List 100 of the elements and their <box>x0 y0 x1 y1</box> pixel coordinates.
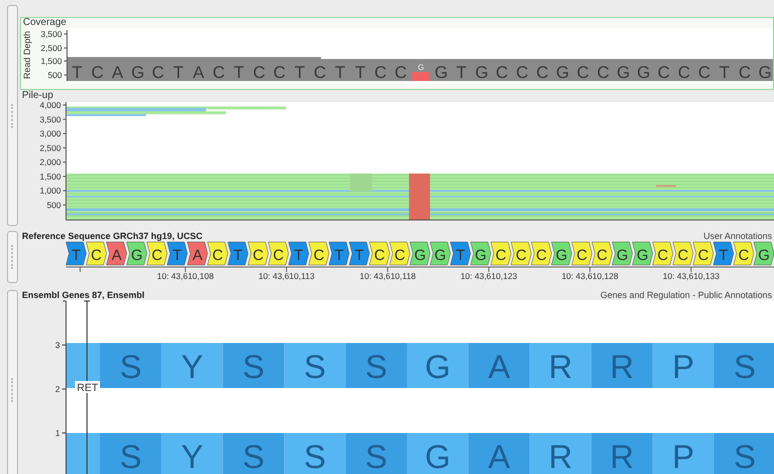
base-letter: A <box>192 63 204 82</box>
amino-acid-letter: S <box>120 438 142 474</box>
base-letter: T <box>334 63 346 82</box>
amino-acid-letter: Y <box>181 348 204 385</box>
base-tile: C <box>692 242 714 266</box>
base-letter: T <box>173 63 184 82</box>
base-letter: C <box>273 63 286 82</box>
base-tile: C <box>531 242 552 266</box>
amino-acid-letter: R <box>610 438 634 474</box>
base-tile: C <box>733 242 754 266</box>
position-label: 10: 43,610,133 <box>662 271 720 281</box>
base-letter: C <box>516 63 528 82</box>
track-title: Ensembl Genes 87, Ensembl <box>21 290 145 300</box>
base-letter: C <box>698 63 710 82</box>
base-tile: C <box>369 242 390 266</box>
base-letter: G <box>556 63 570 82</box>
panel-handle[interactable] <box>7 290 18 474</box>
base-letter: C <box>212 63 225 82</box>
base-letter: C <box>496 63 508 82</box>
base-tile: C <box>592 242 612 266</box>
base-letter: G <box>434 63 448 82</box>
base-tile: G <box>754 242 774 266</box>
amino-acid-letter: G <box>424 348 451 385</box>
base-letter: T <box>234 63 244 82</box>
base-tile: G <box>410 242 430 266</box>
base-letter: A <box>112 63 124 82</box>
base-tile: C <box>86 242 107 266</box>
tick-label: 3,000 <box>40 128 61 139</box>
base-letter: T <box>456 63 467 82</box>
base-tile: G <box>470 242 492 266</box>
position-label: 10: 43,610,118 <box>360 271 416 281</box>
tick-label: 500 <box>46 200 61 210</box>
amino-acid-letter: P <box>672 438 694 474</box>
amino-acid-letter: S <box>365 438 388 474</box>
tick-label: 1,500 <box>40 56 62 66</box>
amino-acid-letter: S <box>242 348 264 385</box>
base-tile: C <box>672 242 694 266</box>
base-tile: C <box>146 242 168 266</box>
base-tile: T <box>348 242 370 266</box>
base-tile: G <box>551 242 572 266</box>
group-label: User Annotations <box>703 231 773 241</box>
base-tile: T <box>228 242 248 266</box>
amino-acid-letter: P <box>672 348 694 385</box>
base-tile: C <box>207 242 228 266</box>
base-letter: G <box>616 63 630 82</box>
amino-acid-letter: R <box>548 348 572 385</box>
tick-label: 3 <box>55 340 60 350</box>
base-letter: C <box>314 63 326 82</box>
base-tile: T <box>450 242 471 266</box>
base-letter: C <box>596 63 610 82</box>
panel-handle[interactable] <box>7 231 18 283</box>
tick-label: 2,500 <box>40 142 61 153</box>
base-letter: C <box>152 63 164 82</box>
base-tile: C <box>572 242 592 266</box>
base-letter: C <box>576 63 589 82</box>
base-tile: G <box>632 242 653 266</box>
panel-handle[interactable] <box>7 5 18 226</box>
tick-label: 500 <box>48 70 62 80</box>
amino-acid-letter: A <box>488 438 510 474</box>
amino-acid-letter: R <box>610 348 634 385</box>
base-tile: T <box>713 242 734 266</box>
base-tile: T <box>66 242 86 266</box>
base-letter: G <box>758 63 772 82</box>
position-label: 10: 43,610,128 <box>562 271 618 281</box>
base-letter: C <box>536 63 549 82</box>
tick-label: 4,000 <box>40 101 61 110</box>
tick-label: 2,500 <box>40 43 62 53</box>
group-label: Genes and Regulation - Public Annotations <box>600 290 773 300</box>
amino-acid-letter: R <box>548 438 572 474</box>
base-letter: C <box>91 63 104 82</box>
track-title: Pile-up <box>21 91 54 101</box>
base-tile: T <box>288 242 309 266</box>
base-tile: C <box>652 242 674 266</box>
amino-acid-letter: S <box>242 438 264 474</box>
position-label: 10: 43,610,113 <box>258 271 315 281</box>
position-label: 10: 43,610,123 <box>460 271 518 281</box>
tick-label: 2,000 <box>40 157 61 168</box>
base-letter: T <box>355 63 366 82</box>
base-letter: C <box>394 63 407 82</box>
amino-acid-letter: S <box>734 438 756 474</box>
amino-acid-letter: S <box>734 348 756 385</box>
base-letter: C <box>678 63 690 82</box>
base-letter: C <box>658 63 670 82</box>
base-tile: C <box>268 242 289 266</box>
tick-label: 3,500 <box>40 114 61 124</box>
position-label: 10: 43,610,108 <box>157 271 214 281</box>
amino-acid-letter: G <box>424 438 451 474</box>
amino-acid-letter: S <box>365 348 388 385</box>
tick-label: 1,000 <box>40 186 61 196</box>
tick-label: 2 <box>55 384 60 394</box>
track-title: Coverage <box>22 18 68 28</box>
tick-label: 1,500 <box>40 171 61 182</box>
base-letter: C <box>253 63 266 82</box>
base-letter: T <box>719 63 730 82</box>
track-title: Reference Sequence GRCh37 hg19, UCSC <box>21 231 203 241</box>
base-tile: A <box>106 242 127 266</box>
base-tile: C <box>510 242 532 266</box>
base-letter: C <box>374 63 387 82</box>
base-tile: T <box>166 242 188 266</box>
amino-acid-letter: S <box>304 348 326 385</box>
